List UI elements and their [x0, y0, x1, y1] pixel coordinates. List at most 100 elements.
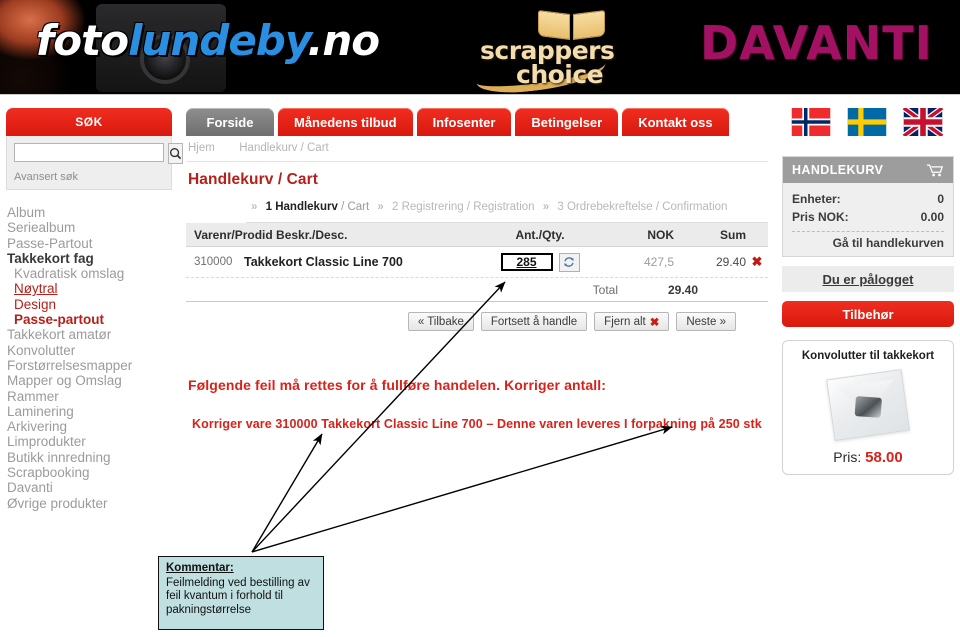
- row-product-name: Takkekort Classic Line 700: [244, 255, 403, 269]
- sweden-flag[interactable]: [846, 108, 888, 136]
- norway-flag[interactable]: [790, 108, 832, 136]
- sidebar-item-passe-partout[interactable]: Passe-Partout: [7, 236, 179, 251]
- main-navigation: Forside Månedens tilbud Infosenter Betin…: [186, 108, 729, 136]
- table-row: 310000 Takkekort Classic Line 700 427,5 …: [186, 247, 768, 278]
- mini-cart-widget: HANDLEKURV Enheter: 0 Pris NOK: 0.00 Gå …: [782, 156, 954, 257]
- price-label: Pris NOK:: [792, 210, 849, 224]
- tab-forside[interactable]: Forside: [186, 108, 274, 136]
- row-unit-price: 427,5: [643, 255, 674, 269]
- site-banner: fotolundeby.no scrappers choice DAVANTI: [0, 0, 960, 95]
- refresh-icon: [564, 257, 574, 267]
- header-desc: Varenr/Prodid Beskr./Desc.: [194, 227, 348, 242]
- product-card-title: Konvolutter til takkekort: [801, 350, 935, 362]
- tab-manedens-tilbud[interactable]: Månedens tilbud: [278, 108, 413, 136]
- breadcrumb: Hjem Handlekurv / Cart: [186, 136, 768, 162]
- search-button[interactable]: [168, 143, 183, 164]
- header-sum: Sum: [719, 227, 746, 242]
- step-2[interactable]: 2 Registrering / Registration: [392, 201, 535, 213]
- logo-text-lundeby: lundeby: [128, 16, 308, 65]
- sidebar-item-konvolutter[interactable]: Konvolutter: [7, 343, 179, 358]
- sidebar-item-ovrige-produkter[interactable]: Øvrige produkter: [7, 496, 179, 511]
- page-title: Handlekurv / Cart: [188, 171, 319, 188]
- chevron-right-icon-3: »: [542, 201, 550, 213]
- category-menu: Album Seriealbum Passe-Partout Takkekort…: [7, 205, 179, 511]
- language-switcher: [790, 108, 944, 136]
- search-panel-title: SØK: [6, 108, 172, 136]
- sidebar-item-kvadratisk-omslag[interactable]: Kvadratisk omslag: [7, 266, 179, 281]
- main-content: Hjem Handlekurv / Cart Handlekurv / Cart…: [186, 136, 768, 431]
- tab-kontakt-oss[interactable]: Kontakt oss: [622, 108, 729, 136]
- sidebar-item-mapper-og-omslag[interactable]: Mapper og Omslag: [7, 373, 179, 388]
- continue-shopping-button[interactable]: Fortsett å handle: [480, 312, 588, 331]
- sidebar-item-davanti[interactable]: Davanti: [7, 480, 179, 495]
- envelope-image: [789, 368, 947, 446]
- header-nok: NOK: [647, 227, 674, 242]
- search-input[interactable]: [14, 143, 164, 162]
- error-detail: Korriger vare 310000 Takkekort Classic L…: [192, 417, 762, 431]
- sidebar-item-album[interactable]: Album: [7, 205, 179, 220]
- search-icon: [169, 147, 182, 160]
- quantity-input[interactable]: [500, 253, 553, 271]
- sidebar-item-rammer[interactable]: Rammer: [7, 389, 179, 404]
- sidebar-item-laminering[interactable]: Laminering: [7, 404, 179, 419]
- sidebar-item-forstorrelsesmapper[interactable]: Forstørrelsesmapper: [7, 358, 179, 373]
- uk-flag[interactable]: [902, 108, 944, 136]
- row-product-id: 310000: [194, 256, 233, 268]
- sidebar-item-takkekort-amator[interactable]: Takkekort amatør: [7, 327, 179, 342]
- sidebar-item-noytral[interactable]: Nøytral: [7, 281, 179, 296]
- advanced-search-link[interactable]: Avansert søk: [14, 171, 164, 183]
- remove-all-button[interactable]: Fjern alt ✖: [594, 312, 670, 331]
- annotation-heading: Kommentar:: [166, 562, 234, 574]
- search-panel: SØK Avansert søk: [6, 108, 183, 190]
- annotation-text: Feilmelding ved bestilling av feil kvant…: [166, 576, 310, 616]
- price-label-text: Pris:: [833, 449, 862, 465]
- breadcrumb-home[interactable]: Hjem: [188, 142, 215, 154]
- davanti-logo: DAVANTI: [700, 16, 933, 70]
- close-x-icon-small: ✖: [649, 316, 660, 329]
- go-to-cart-link[interactable]: Gå til handlekurven: [792, 236, 944, 250]
- annotation-comment-box: Kommentar: Feilmelding ved bestilling av…: [158, 556, 324, 630]
- sidebar-item-design[interactable]: Design: [7, 297, 179, 312]
- header-qty: Ant./Qty.: [515, 227, 565, 242]
- chevron-right-icon-2: »: [377, 201, 384, 213]
- shopping-cart-icon: [926, 163, 944, 176]
- product-card[interactable]: Konvolutter til takkekort Pris: 58.00: [782, 340, 954, 475]
- right-sidebar: HANDLEKURV Enheter: 0 Pris NOK: 0.00 Gå …: [782, 156, 954, 475]
- sidebar-item-limprodukter[interactable]: Limprodukter: [7, 434, 179, 449]
- product-card-price: Pris: 58.00: [789, 449, 947, 466]
- sidebar-item-seriealbum[interactable]: Seriealbum: [7, 220, 179, 235]
- logged-in-status[interactable]: Du er pålogget: [782, 266, 954, 292]
- tab-betingelser[interactable]: Betingelser: [515, 108, 619, 136]
- scrappers-line-2: choice: [516, 60, 604, 89]
- accessories-button[interactable]: Tilbehør: [782, 301, 954, 327]
- sidebar-item-takkekort-fag[interactable]: Takkekort fag: [7, 251, 179, 266]
- close-x-icon[interactable]: ✖: [746, 254, 768, 270]
- total-value: 29.40: [667, 282, 698, 297]
- price-amount: 58.00: [865, 449, 903, 466]
- sidebar-item-scrapbooking[interactable]: Scrapbooking: [7, 465, 179, 480]
- cart-table-header: Varenr/Prodid Beskr./Desc. Ant./Qty. NOK…: [186, 223, 768, 247]
- units-value: 0: [937, 192, 944, 206]
- scrappers-choice-logo: scrappers choice: [474, 10, 666, 94]
- update-quantity-button[interactable]: [558, 252, 580, 272]
- divider: [792, 231, 944, 232]
- mini-cart-title: HANDLEKURV: [792, 163, 884, 177]
- cart-total-row: Total 29.40: [186, 278, 768, 302]
- total-label: Total: [592, 282, 618, 297]
- error-heading: Følgende feil må rettes for å fullføre h…: [188, 377, 607, 393]
- checkout-steps: » 1 Handlekurv / Cart » 2 Registrering /…: [246, 201, 768, 223]
- row-sum: 29.40: [715, 255, 746, 269]
- sidebar-item-passe-partout-sub[interactable]: Passe-partout: [7, 312, 179, 327]
- back-button[interactable]: « Tilbake: [407, 312, 474, 331]
- breadcrumb-current: Handlekurv / Cart: [239, 142, 329, 154]
- site-logo[interactable]: fotolundeby.no: [36, 16, 380, 65]
- sidebar-item-arkivering[interactable]: Arkivering: [7, 419, 179, 434]
- next-button[interactable]: Neste »: [676, 312, 736, 331]
- logo-text-no: .no: [307, 16, 380, 65]
- step-3[interactable]: 3 Ordrebekreftelse / Confirmation: [557, 201, 727, 213]
- cart-action-buttons: « Tilbake Fortsett å handle Fjern alt ✖ …: [186, 312, 768, 331]
- chevron-right-icon: »: [251, 201, 258, 213]
- tab-infosenter[interactable]: Infosenter: [416, 108, 512, 136]
- price-value: 0.00: [920, 210, 944, 224]
- sidebar-item-butikk-innredning[interactable]: Butikk innredning: [7, 450, 179, 465]
